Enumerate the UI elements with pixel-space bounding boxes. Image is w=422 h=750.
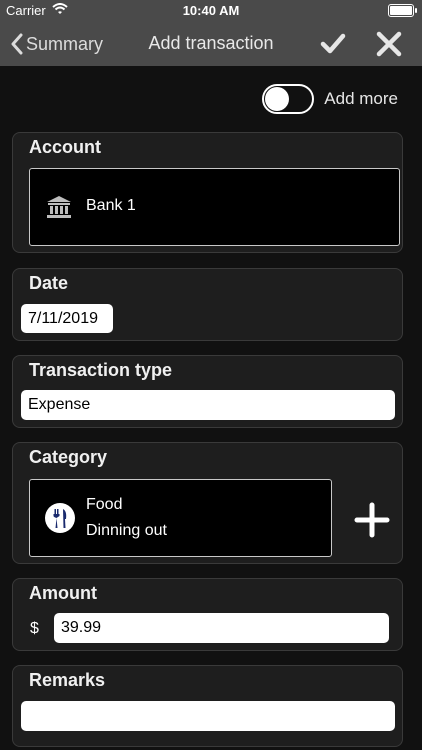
page-title: Add transaction bbox=[148, 33, 274, 53]
add-more-row: Add more bbox=[262, 84, 398, 114]
account-heading: Account bbox=[29, 137, 101, 157]
category-section: Category Food Dinning out bbox=[12, 442, 403, 564]
account-name: Bank 1 bbox=[86, 197, 136, 214]
transaction-type-field[interactable]: Expense bbox=[21, 390, 395, 420]
account-section: Account Bank 1 bbox=[12, 132, 403, 253]
transaction-type-heading: Transaction type bbox=[29, 360, 173, 380]
save-button[interactable] bbox=[318, 29, 348, 64]
subcategory-name: Dinning out bbox=[86, 522, 167, 539]
add-category-button[interactable] bbox=[353, 501, 391, 544]
navigation-bar: Summary Add transaction bbox=[0, 22, 422, 66]
remarks-section: Remarks bbox=[12, 665, 403, 747]
date-field[interactable]: 7/11/2019 bbox=[21, 304, 113, 333]
category-name: Food bbox=[86, 496, 123, 513]
currency-symbol: $ bbox=[30, 620, 39, 637]
bank-icon bbox=[46, 195, 72, 224]
cancel-button[interactable] bbox=[374, 29, 404, 64]
account-selector[interactable]: Bank 1 bbox=[29, 168, 400, 246]
amount-field[interactable]: 39.99 bbox=[54, 613, 389, 643]
date-section: Date 7/11/2019 bbox=[12, 268, 403, 341]
amount-section: Amount $ 39.99 bbox=[12, 578, 403, 651]
remarks-heading: Remarks bbox=[29, 670, 106, 690]
checkmark-icon bbox=[320, 33, 346, 54]
amount-heading: Amount bbox=[29, 583, 97, 603]
category-selector[interactable]: Food Dinning out bbox=[29, 479, 332, 557]
clock-time: 10:40 AM bbox=[182, 3, 240, 18]
close-icon bbox=[376, 31, 402, 57]
toggle-knob bbox=[265, 87, 290, 111]
plus-icon bbox=[354, 502, 390, 538]
status-bar: Carrier 10:40 AM bbox=[0, 0, 422, 22]
battery-icon bbox=[388, 4, 417, 17]
remarks-field[interactable] bbox=[21, 701, 395, 731]
transaction-type-section: Transaction type Expense bbox=[12, 355, 403, 428]
category-heading: Category bbox=[29, 447, 108, 467]
add-more-toggle[interactable] bbox=[262, 84, 315, 114]
date-heading: Date bbox=[29, 273, 69, 293]
utensils-icon bbox=[44, 502, 76, 539]
add-more-label: Add more bbox=[324, 89, 398, 108]
